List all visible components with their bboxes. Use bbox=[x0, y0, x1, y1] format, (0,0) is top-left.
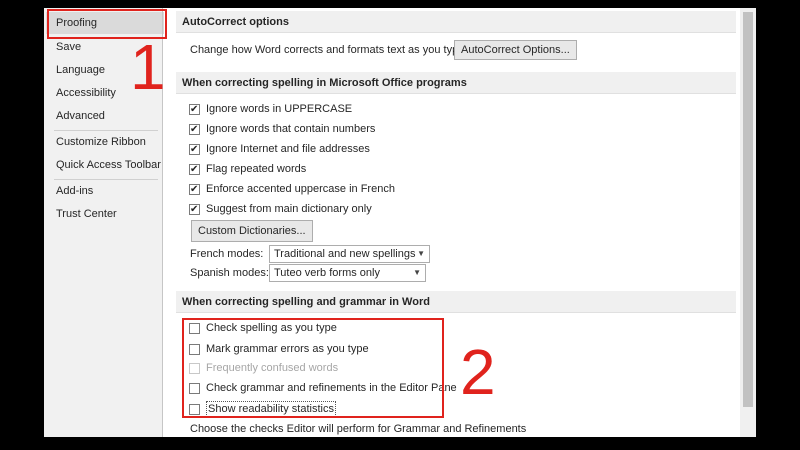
spanish-modes-value: Tuteo verb forms only bbox=[274, 267, 380, 279]
section-header-autocorrect: AutoCorrect options bbox=[176, 11, 736, 33]
french-modes-label: French modes: bbox=[190, 248, 264, 260]
custom-dictionaries-button[interactable]: Custom Dictionaries... bbox=[191, 220, 313, 242]
spanish-modes-label: Spanish modes: bbox=[190, 267, 269, 279]
checkbox[interactable] bbox=[189, 201, 200, 219]
checkbox[interactable] bbox=[189, 121, 200, 139]
autocorrect-description: Change how Word corrects and formats tex… bbox=[190, 44, 468, 56]
chevron-down-icon: ▼ bbox=[417, 249, 425, 258]
checkbox[interactable] bbox=[189, 141, 200, 159]
checkbox[interactable] bbox=[189, 181, 200, 199]
chevron-down-icon: ▼ bbox=[413, 268, 421, 277]
vertical-scrollbar[interactable] bbox=[740, 8, 756, 437]
annotation-number-2: 2 bbox=[460, 336, 496, 408]
checkbox[interactable] bbox=[189, 161, 200, 179]
autocorrect-options-button[interactable]: AutoCorrect Options... bbox=[454, 40, 577, 60]
option-label: Ignore words that contain numbers bbox=[206, 123, 376, 135]
option-label: Flag repeated words bbox=[206, 163, 307, 175]
option-label: Ignore Internet and file addresses bbox=[206, 143, 370, 155]
section-header-word-spelling: When correcting spelling and grammar in … bbox=[176, 291, 736, 313]
french-modes-select[interactable]: Traditional and new spellings ▼ bbox=[269, 245, 430, 263]
sidebar-item-quick-access-toolbar[interactable]: Quick Access Toolbar bbox=[46, 154, 164, 176]
checkbox[interactable] bbox=[189, 101, 200, 119]
sidebar-item-advanced[interactable]: Advanced bbox=[46, 105, 164, 127]
option-label: Suggest from main dictionary only bbox=[206, 203, 372, 215]
option-label: Ignore words in UPPERCASE bbox=[206, 103, 353, 115]
spanish-modes-select[interactable]: Tuteo verb forms only ▼ bbox=[269, 264, 426, 282]
grammar-checks-text: Choose the checks Editor will perform fo… bbox=[190, 423, 527, 435]
french-modes-value: Traditional and new spellings bbox=[274, 248, 416, 260]
sidebar-item-trust-center[interactable]: Trust Center bbox=[46, 203, 164, 225]
scrollbar-thumb[interactable] bbox=[743, 12, 753, 407]
option-label: Enforce accented uppercase in French bbox=[206, 183, 395, 195]
section-header-office-spelling: When correcting spelling in Microsoft Of… bbox=[176, 72, 736, 94]
sidebar-item-add-ins[interactable]: Add-ins bbox=[46, 180, 164, 202]
annotation-box-2 bbox=[182, 318, 444, 418]
sidebar-item-customize-ribbon[interactable]: Customize Ribbon bbox=[46, 131, 164, 153]
annotation-number-1: 1 bbox=[130, 31, 166, 103]
